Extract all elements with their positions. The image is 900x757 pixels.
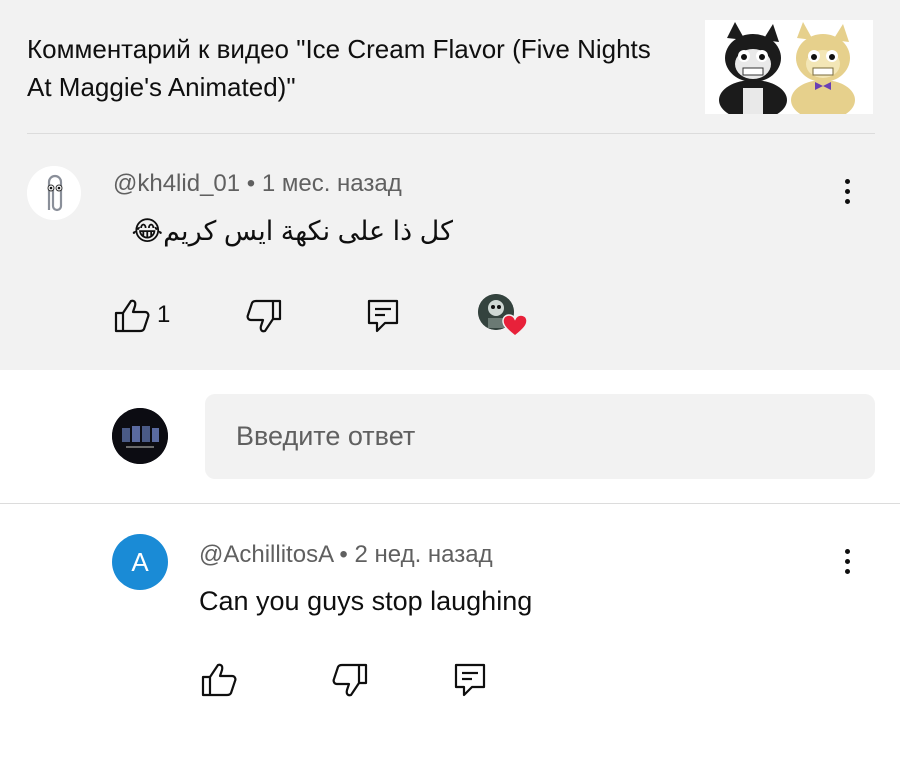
reply-divider xyxy=(0,503,900,504)
reply-author-avatar[interactable]: A xyxy=(112,534,168,590)
comment-text: كل ذا على نكهة ايس كريم😂 xyxy=(131,216,453,246)
current-user-avatar[interactable] xyxy=(112,408,168,464)
commenter-avatar[interactable] xyxy=(27,166,81,220)
parent-comment-section: Комментарий к видео "Ice Cream Flavor (F… xyxy=(0,0,900,370)
video-thumbnail[interactable] xyxy=(705,20,873,114)
reply-icon[interactable] xyxy=(364,296,404,336)
reply-dislike-icon[interactable] xyxy=(330,660,370,700)
comment-meta: @kh4lid_01 • 1 мес. назад xyxy=(113,170,402,197)
reply-more-menu-icon[interactable] xyxy=(832,541,862,581)
like-icon[interactable] xyxy=(112,296,152,336)
reply-input-placeholder: Введите ответ xyxy=(236,421,416,451)
heart-icon xyxy=(502,314,528,337)
header-divider xyxy=(27,133,875,134)
reply-text: Can you guys stop laughing xyxy=(199,586,533,616)
comment-more-menu-icon[interactable] xyxy=(832,171,862,211)
video-title[interactable]: Комментарий к видео "Ice Cream Flavor (F… xyxy=(27,30,667,106)
dislike-icon[interactable] xyxy=(244,296,284,336)
reply-reply-icon[interactable] xyxy=(451,660,491,700)
reply-meta: @AchillitosA • 2 нед. назад xyxy=(199,541,493,568)
reply-input[interactable]: Введите ответ xyxy=(205,394,875,479)
reply-like-icon[interactable] xyxy=(199,660,239,700)
like-count: 1 xyxy=(157,301,171,328)
